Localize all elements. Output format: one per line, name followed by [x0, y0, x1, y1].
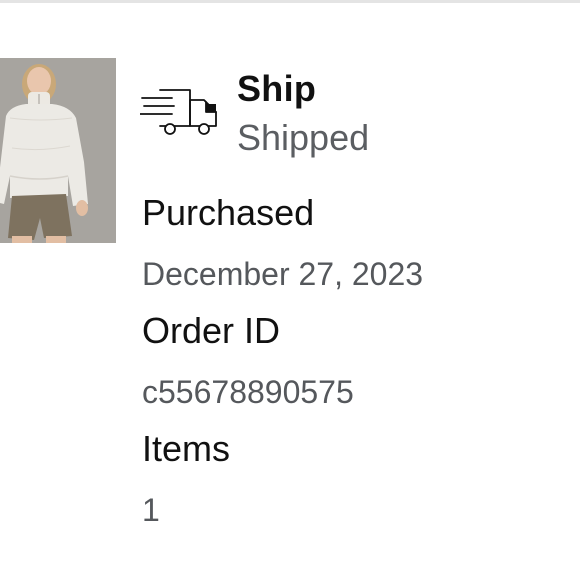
shipping-status: Shipped — [237, 117, 370, 158]
items-label: Items — [142, 428, 231, 469]
delivery-method: Ship — [237, 68, 317, 109]
items-count: 1 — [142, 492, 160, 528]
order-id-value: c55678890575 — [142, 374, 354, 410]
top-divider — [0, 0, 580, 3]
order-detail-page: Ship Shipped Purchased December 27, 2023… — [0, 0, 580, 580]
order-id-label: Order ID — [142, 310, 281, 351]
purchased-date: December 27, 2023 — [142, 256, 424, 292]
purchased-label: Purchased — [142, 192, 315, 233]
product-thumbnail[interactable] — [0, 58, 116, 243]
delivery-truck-icon — [139, 88, 220, 138]
